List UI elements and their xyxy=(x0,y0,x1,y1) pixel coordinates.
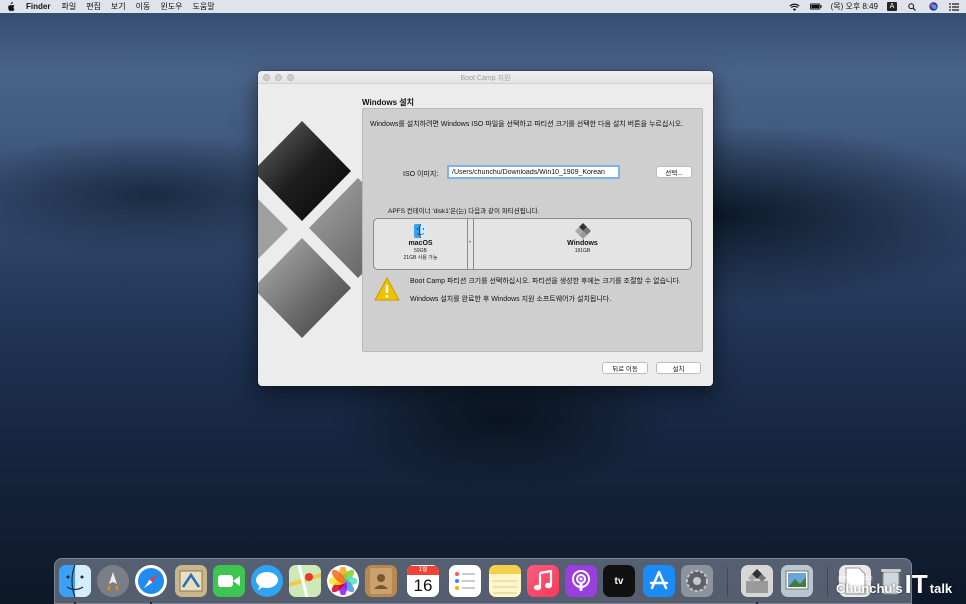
menu-help[interactable]: 도움말 xyxy=(192,1,214,12)
photos-icon[interactable] xyxy=(327,565,359,597)
partition-description: APFS 컨테이너 'disk1'은(는) 다음과 같이 파티션됩니다. xyxy=(388,208,540,215)
battery-icon[interactable] xyxy=(809,2,822,11)
install-button[interactable]: 설치 xyxy=(656,362,701,374)
safari-icon[interactable] xyxy=(135,565,167,597)
iso-path-input[interactable] xyxy=(447,165,620,179)
menu-file[interactable]: 파일 xyxy=(61,1,76,12)
podcasts-icon[interactable] xyxy=(565,565,597,597)
choose-iso-button[interactable]: 선택... xyxy=(656,166,692,178)
macos-partition: macOS 59GB 21GB 사용 가능 xyxy=(374,219,468,269)
input-source-badge[interactable]: A xyxy=(887,2,897,11)
app-name[interactable]: Finder xyxy=(26,2,50,11)
iso-label: ISO 이미지: xyxy=(403,171,439,178)
warning-text: Boot Camp 파티션 크기를 선택하십시오. 파티션을 생성한 후에는 크… xyxy=(410,278,681,285)
siri-icon[interactable] xyxy=(927,2,939,11)
notification-center-icon[interactable] xyxy=(948,2,960,11)
windows-partition-size: 191GB xyxy=(574,248,591,254)
calendar-month: 1월 xyxy=(407,565,439,575)
watermark-talk: talk xyxy=(929,581,953,596)
dock-separator xyxy=(727,567,728,597)
boot-camp-window: Boot Camp 지원 Windows 설치 Windows를 설치하려면 W… xyxy=(258,71,713,386)
mail-icon[interactable] xyxy=(175,565,207,597)
apple-tv-icon[interactable]: tv xyxy=(603,565,635,597)
notes-icon[interactable] xyxy=(489,565,521,597)
menu-bar: Finder 파일 편집 보기 이동 윈도우 도움말 (목) 오후 8:49 A xyxy=(0,0,966,13)
messages-icon[interactable] xyxy=(251,565,283,597)
reminders-icon[interactable] xyxy=(449,565,481,597)
apple-tv-label: tv xyxy=(614,575,624,587)
clock[interactable]: (목) 오후 8:49 xyxy=(831,1,878,12)
facetime-icon[interactable] xyxy=(213,565,245,597)
partition-divider-handle[interactable]: • xyxy=(469,240,472,246)
window-title: Boot Camp 지원 xyxy=(460,75,511,82)
menu-go[interactable]: 이동 xyxy=(136,1,151,12)
finder-icon xyxy=(414,223,427,239)
launchpad-icon[interactable] xyxy=(97,565,129,597)
dock-separator xyxy=(827,567,828,597)
windows-partition-name: Windows xyxy=(567,240,598,247)
wifi-icon[interactable] xyxy=(789,2,801,11)
boot-camp-small-icon xyxy=(574,223,591,239)
menu-window[interactable]: 윈도우 xyxy=(160,1,182,12)
watermark-it: IT xyxy=(904,569,928,599)
back-button[interactable]: 뒤로 이동 xyxy=(602,362,648,374)
spotlight-search-icon[interactable] xyxy=(906,2,918,11)
menu-view[interactable]: 보기 xyxy=(111,1,126,12)
install-note: Windows 설치를 완료한 후 Windows 지원 소프트웨어가 설치됩니… xyxy=(410,296,612,303)
app-store-icon[interactable] xyxy=(643,565,675,597)
contacts-icon[interactable] xyxy=(365,565,397,597)
watermark-name: Chunchu's xyxy=(836,581,903,596)
calendar-icon[interactable]: 1월 16 xyxy=(407,565,439,597)
window-titlebar[interactable]: Boot Camp 지원 xyxy=(258,71,713,84)
windows-partition: Windows 191GB xyxy=(473,219,691,269)
calendar-day: 16 xyxy=(413,575,433,595)
warning-icon xyxy=(374,277,400,301)
maps-icon[interactable] xyxy=(289,565,321,597)
apple-icon[interactable] xyxy=(6,1,18,12)
finder-icon[interactable] xyxy=(59,565,91,597)
macos-partition-available: 21GB 사용 가능 xyxy=(403,255,438,261)
install-heading: Windows 설치 xyxy=(362,98,414,107)
menu-edit[interactable]: 편집 xyxy=(86,1,101,12)
instructions-text: Windows를 설치하려면 Windows ISO 파일을 선택하고 파티션 … xyxy=(370,121,684,128)
macos-partition-name: macOS xyxy=(408,240,433,247)
boot-camp-assistant-icon[interactable] xyxy=(741,565,773,597)
watermark: Chunchu's IT talk xyxy=(836,569,953,599)
partition-slider[interactable]: macOS 59GB 21GB 사용 가능 • Windows 191GB xyxy=(373,218,692,270)
dock: 1월 16 tv xyxy=(54,558,912,604)
system-preferences-icon[interactable] xyxy=(681,565,713,597)
music-icon[interactable] xyxy=(527,565,559,597)
preview-icon[interactable] xyxy=(781,565,813,597)
install-panel: Windows를 설치하려면 Windows ISO 파일을 선택하고 파티션 … xyxy=(362,108,703,352)
